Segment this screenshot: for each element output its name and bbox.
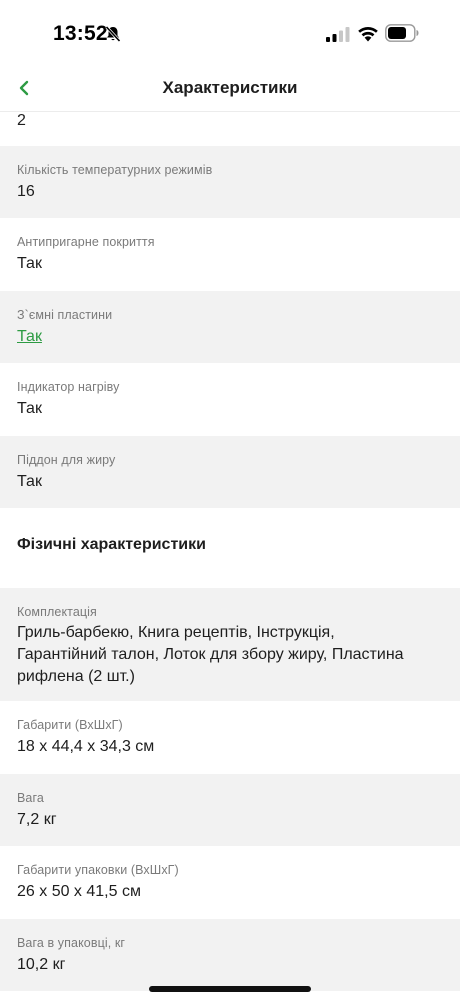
- list-item-value: 7,2 кг: [17, 811, 57, 828]
- list-item-value: 10,2 кг: [17, 956, 66, 973]
- characteristics-list: 2 Кількість температурних режимів 16 Ант…: [0, 112, 460, 991]
- wifi-icon: [358, 26, 378, 42]
- page-title: Характеристики: [162, 78, 298, 97]
- list-item-partial: 2: [0, 112, 460, 146]
- list-item-heat-indicator: Індикатор нагріву Так: [0, 363, 460, 436]
- list-item-value: 26 x 50 x 41,5 см: [17, 883, 141, 900]
- status-time: 13:52: [53, 22, 108, 45]
- list-item-value: Гриль-барбекю, Книга рецептів, Інструкці…: [17, 622, 443, 688]
- list-item-value: 2: [17, 112, 26, 129]
- section-title: Фізичні характеристики: [17, 536, 206, 553]
- list-item-value: 18 x 44,4 x 34,3 см: [17, 738, 155, 755]
- list-item-weight: Вага 7,2 кг: [0, 774, 460, 846]
- section-header-physical: Фізичні характеристики: [0, 508, 460, 588]
- list-item-label: Вага в упаковці, кг: [17, 936, 126, 950]
- value-line: Гарантійний талон, Лоток для збору жиру,…: [17, 646, 404, 663]
- list-item-value: 16: [17, 183, 35, 200]
- list-item-value: Так: [17, 255, 42, 272]
- value-line: Гриль-барбекю, Книга рецептів, Інструкці…: [17, 624, 335, 641]
- list-item-label: Антипригарне покриття: [17, 235, 155, 249]
- battery-icon: [385, 24, 419, 42]
- cellular-signal-icon: [326, 27, 350, 42]
- list-item-label: Кількість температурних режимів: [17, 163, 213, 177]
- list-item-label: Габарити (ВхШхГ): [17, 718, 123, 732]
- list-item-removable-plates: З`ємні пластини Так: [0, 291, 460, 363]
- list-item-value: Так: [17, 473, 42, 490]
- removable-plates-link[interactable]: Так: [17, 326, 42, 348]
- list-item-label: Індикатор нагріву: [17, 380, 120, 394]
- bell-muted-icon: [105, 25, 121, 43]
- list-item-package-weight: Вага в упаковці, кг 10,2 кг: [0, 919, 460, 991]
- value-line: рифлена (2 шт.): [17, 668, 135, 685]
- home-indicator: [149, 986, 311, 992]
- list-item-label: Вага: [17, 791, 44, 805]
- list-item-label: З`ємні пластини: [17, 308, 113, 322]
- list-item-package-dimensions: Габарити упаковки (ВхШхГ) 26 x 50 x 41,5…: [0, 846, 460, 919]
- nav-bar: Характеристики: [0, 66, 460, 112]
- list-item-package-contents: Комплектація Гриль-барбекю, Книга рецепт…: [0, 588, 460, 701]
- list-item-value: Так: [17, 400, 42, 417]
- list-item-temperature-modes: Кількість температурних режимів 16: [0, 146, 460, 218]
- list-item-label: Комплектація: [17, 605, 97, 619]
- list-item-label: Габарити упаковки (ВхШхГ): [17, 863, 179, 877]
- list-item-grease-tray: Піддон для жиру Так: [0, 436, 460, 508]
- status-bar: 13:52: [0, 0, 460, 66]
- list-item-nonstick-coating: Антипригарне покриття Так: [0, 218, 460, 291]
- list-item-label: Піддон для жиру: [17, 453, 116, 467]
- list-item-dimensions: Габарити (ВхШхГ) 18 x 44,4 x 34,3 см: [0, 701, 460, 774]
